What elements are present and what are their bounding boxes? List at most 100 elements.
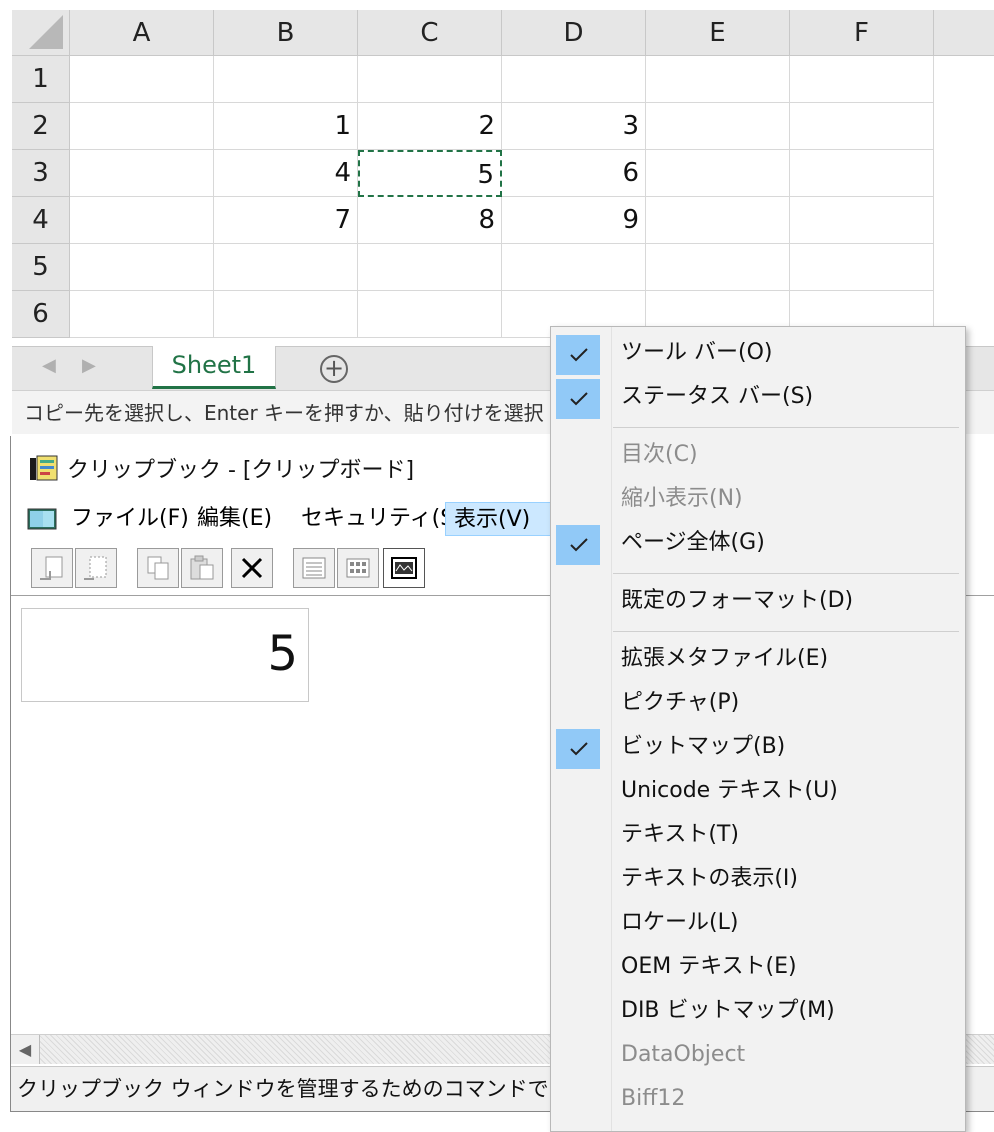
full-page-icon xyxy=(391,557,417,579)
menu-item-statusbar[interactable]: ステータス バー(S) xyxy=(551,375,965,419)
cell-e3[interactable] xyxy=(646,150,790,197)
row-header-5[interactable]: 5 xyxy=(12,244,70,291)
menu-separator xyxy=(613,631,959,632)
cell-d2[interactable]: 3 xyxy=(502,103,646,150)
menu-item-text[interactable]: テキスト(T) xyxy=(551,813,965,857)
connect-button[interactable] xyxy=(31,548,73,588)
cell-a3[interactable] xyxy=(70,150,214,197)
sheet-tab-sheet1[interactable]: Sheet1 xyxy=(152,346,276,389)
disconnect-button[interactable] xyxy=(75,548,117,588)
row-header-2[interactable]: 2 xyxy=(12,103,70,150)
menu-file[interactable]: ファイル(F) xyxy=(63,502,197,536)
column-header-a[interactable]: A xyxy=(70,10,214,56)
menu-item-biff12: Biff12 xyxy=(551,1077,965,1121)
cell-f2[interactable] xyxy=(790,103,934,150)
paste-button[interactable] xyxy=(181,548,223,588)
clipbook-app-icon xyxy=(30,455,58,481)
menu-item-label: 縮小表示(N) xyxy=(621,486,743,511)
menu-item-full-page[interactable]: ページ全体(G) xyxy=(551,521,965,565)
cell-c5[interactable] xyxy=(358,244,502,291)
row-header-6[interactable]: 6 xyxy=(12,291,70,338)
cell-f5[interactable] xyxy=(790,244,934,291)
cell-a4[interactable] xyxy=(70,197,214,244)
thumbnails-button[interactable] xyxy=(337,548,379,588)
cell-e1[interactable] xyxy=(646,56,790,103)
menu-item-picture[interactable]: ピクチャ(P) xyxy=(551,681,965,725)
cell-e4[interactable] xyxy=(646,197,790,244)
cell-e5[interactable] xyxy=(646,244,790,291)
copy-icon xyxy=(147,556,169,580)
row-header-1[interactable]: 1 xyxy=(12,56,70,103)
cell-b5[interactable] xyxy=(214,244,358,291)
sheet-scroll-right-icon[interactable]: ▶ xyxy=(82,355,96,376)
cell-a5[interactable] xyxy=(70,244,214,291)
menu-item-oem-text[interactable]: OEM テキスト(E) xyxy=(551,945,965,989)
menu-item-locale[interactable]: ロケール(L) xyxy=(551,901,965,945)
menu-item-enhanced-metafile[interactable]: 拡張メタファイル(E) xyxy=(551,637,965,681)
menu-item-label: 目次(C) xyxy=(621,442,698,467)
left-edge xyxy=(0,0,12,434)
cell-c2[interactable]: 2 xyxy=(358,103,502,150)
cell-a6[interactable] xyxy=(70,291,214,338)
add-sheet-icon[interactable]: + xyxy=(320,355,348,383)
checkmark-icon xyxy=(556,525,600,565)
cell-d1[interactable] xyxy=(502,56,646,103)
view-menu-dropdown: ツール バー(O) ステータス バー(S) 目次(C) 縮小表示(N) ページ全… xyxy=(550,326,966,1132)
cell-f3[interactable] xyxy=(790,150,934,197)
menu-view[interactable]: 表示(V) xyxy=(445,502,551,536)
clipbook-title: クリップブック - [クリップボード] xyxy=(67,458,415,483)
menu-item-label: ビットマップ(B) xyxy=(621,734,786,759)
menu-item-label: Unicode テキスト(U) xyxy=(621,778,838,803)
column-header-g[interactable] xyxy=(934,10,994,56)
menu-item-label: ページ全体(G) xyxy=(621,530,765,555)
cell-b4[interactable]: 7 xyxy=(214,197,358,244)
menu-item-label: ピクチャ(P) xyxy=(621,690,740,715)
delete-icon xyxy=(241,557,263,579)
cell-d5[interactable] xyxy=(502,244,646,291)
full-page-button[interactable] xyxy=(383,548,425,588)
menu-item-toolbar[interactable]: ツール バー(O) xyxy=(551,331,965,375)
sheet-scroll-left-icon[interactable]: ◀ xyxy=(42,355,56,376)
cell-c6[interactable] xyxy=(358,291,502,338)
select-all-triangle xyxy=(29,15,63,49)
cell-e2[interactable] xyxy=(646,103,790,150)
column-header-e[interactable]: E xyxy=(646,10,790,56)
connect-icon xyxy=(40,556,63,580)
menu-item-bitmap[interactable]: ビットマップ(B) xyxy=(551,725,965,769)
column-header-f[interactable]: F xyxy=(790,10,934,56)
cell-d4[interactable]: 9 xyxy=(502,197,646,244)
cell-a1[interactable] xyxy=(70,56,214,103)
cell-c3-copy-selection[interactable]: 5 xyxy=(358,150,502,197)
clipboard-document-icon[interactable] xyxy=(27,508,57,530)
cell-c4[interactable]: 8 xyxy=(358,197,502,244)
row-header-3[interactable]: 3 xyxy=(12,150,70,197)
delete-button[interactable] xyxy=(231,548,273,588)
row-header-4[interactable]: 4 xyxy=(12,197,70,244)
scroll-left-icon[interactable]: ◀ xyxy=(11,1035,40,1064)
menu-edit[interactable]: 編集(E) xyxy=(189,502,280,536)
menu-separator xyxy=(613,573,959,574)
cell-f4[interactable] xyxy=(790,197,934,244)
cell-b6[interactable] xyxy=(214,291,358,338)
select-all-corner[interactable] xyxy=(12,10,70,56)
menu-item-text-display[interactable]: テキストの表示(I) xyxy=(551,857,965,901)
menu-item-default-format[interactable]: 既定のフォーマット(D) xyxy=(551,579,965,623)
column-header-c[interactable]: C xyxy=(358,10,502,56)
cell-d3[interactable]: 6 xyxy=(502,150,646,197)
paste-icon xyxy=(190,555,214,580)
table-of-contents-button[interactable] xyxy=(293,548,335,588)
menu-item-dib-bitmap[interactable]: DIB ビットマップ(M) xyxy=(551,989,965,1033)
menu-item-contents: 目次(C) xyxy=(551,433,965,477)
cell-b1[interactable] xyxy=(214,56,358,103)
menu-item-unicode-text[interactable]: Unicode テキスト(U) xyxy=(551,769,965,813)
column-header-b[interactable]: B xyxy=(214,10,358,56)
menu-item-label: DataObject xyxy=(621,1042,746,1067)
column-header-d[interactable]: D xyxy=(502,10,646,56)
cell-f1[interactable] xyxy=(790,56,934,103)
menu-item-label: ステータス バー(S) xyxy=(621,384,814,409)
cell-a2[interactable] xyxy=(70,103,214,150)
cell-c1[interactable] xyxy=(358,56,502,103)
copy-button[interactable] xyxy=(137,548,179,588)
cell-b2[interactable]: 1 xyxy=(214,103,358,150)
cell-b3[interactable]: 4 xyxy=(214,150,358,197)
